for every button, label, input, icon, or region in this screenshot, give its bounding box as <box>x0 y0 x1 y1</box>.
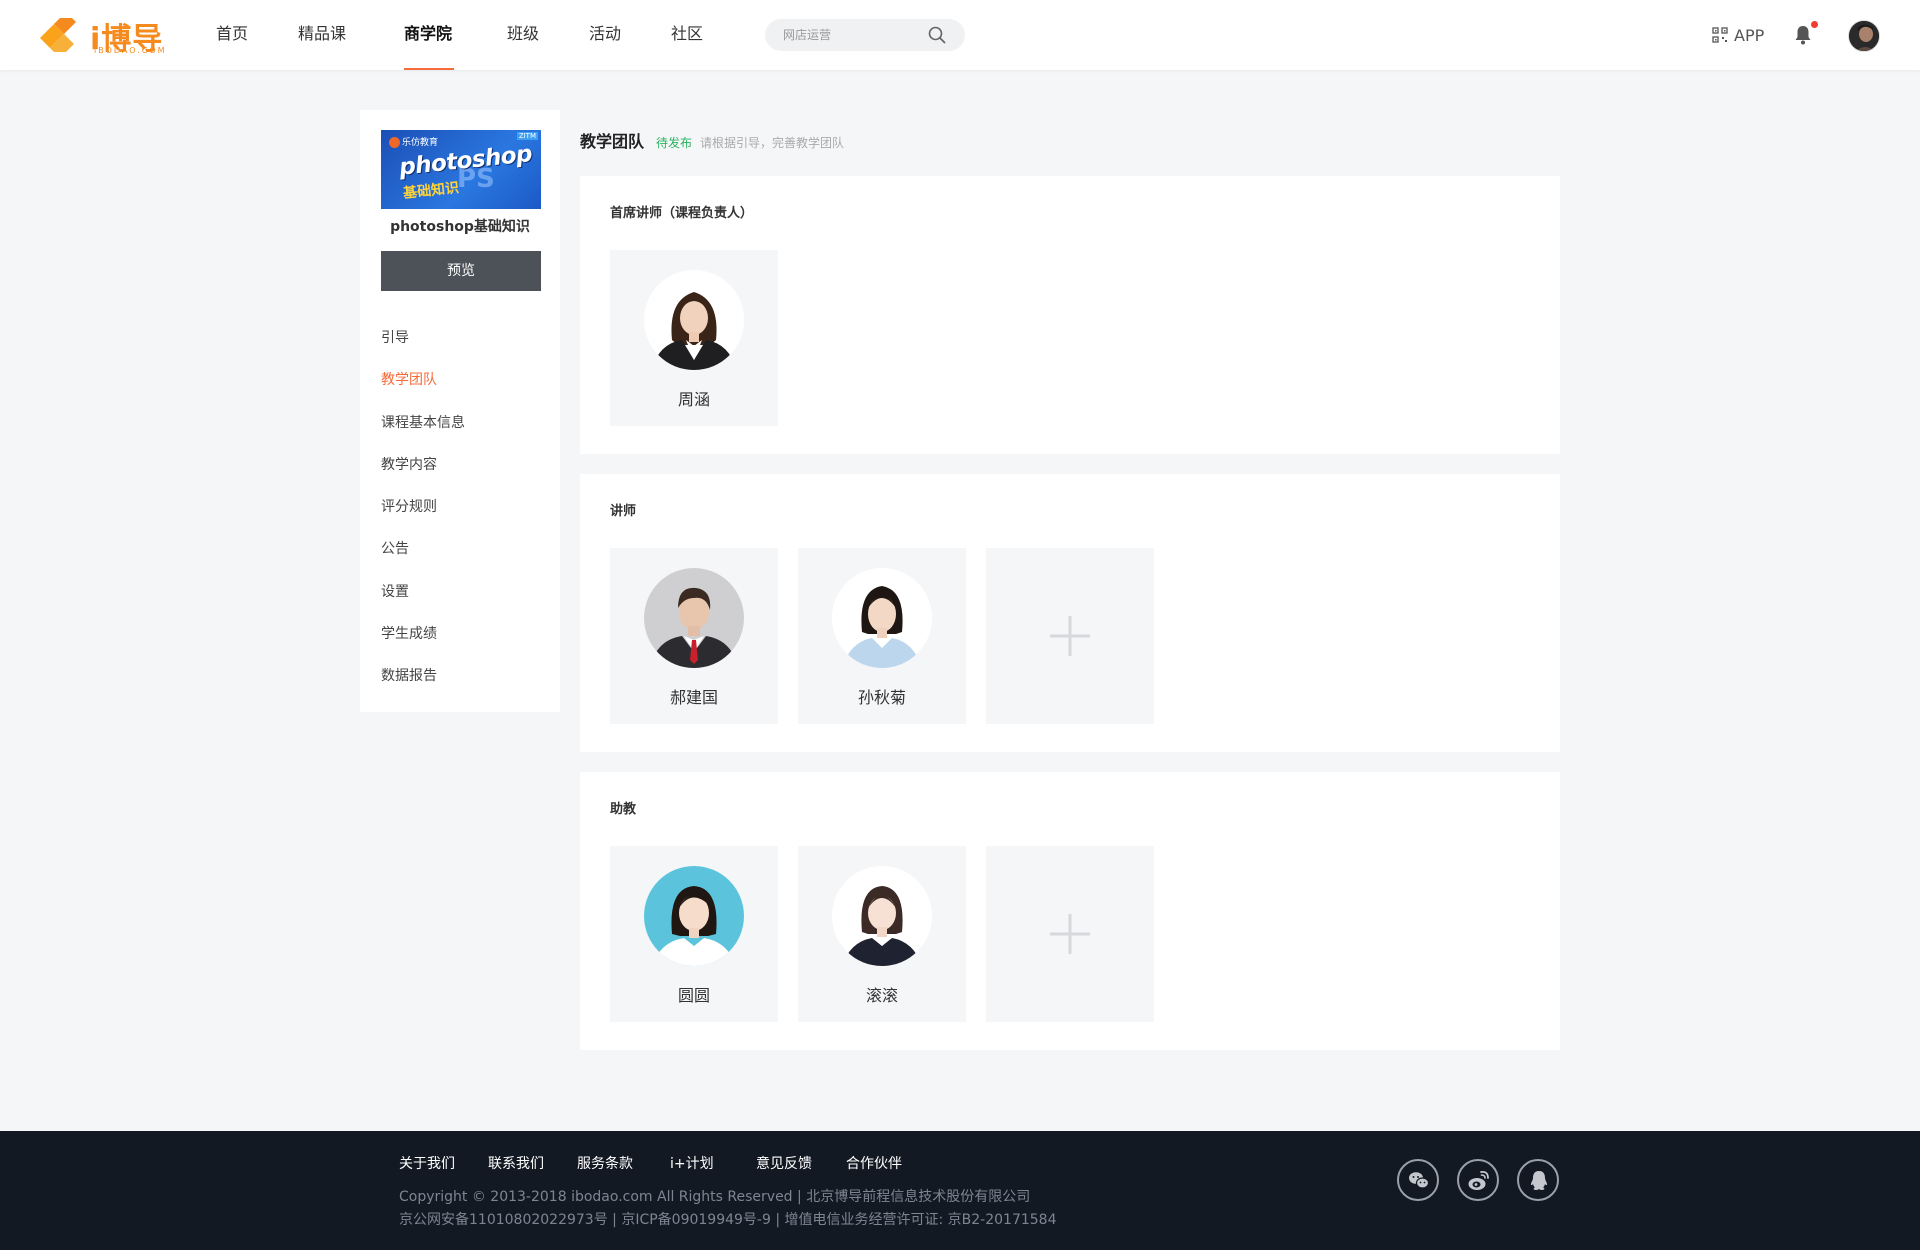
cover-tag: ZITM <box>516 132 538 140</box>
nav-premium-courses[interactable]: 精品课 <box>298 0 404 70</box>
user-avatar[interactable] <box>1848 20 1880 52</box>
nav-community[interactable]: 社区 <box>671 0 703 70</box>
sidebar-item-content[interactable]: 教学内容 <box>381 455 465 497</box>
status-badge: 待发布 <box>656 136 693 150</box>
section-title: 讲师 <box>610 504 637 519</box>
page-hint: 请根据引导，完善教学团队 <box>700 136 845 150</box>
section-assistants: 助教 圆圆 滚滚 <box>580 772 1560 1050</box>
footer-link-feedback[interactable]: 意见反馈 <box>756 1153 812 1173</box>
search-icon[interactable] <box>927 25 947 45</box>
member-photo <box>644 568 744 668</box>
license-text: 京公网安备11010802022973号 | 京ICP备09019949号-9 … <box>399 1212 1057 1228</box>
course-name: photoshop基础知识 <box>390 219 530 235</box>
search-input[interactable] <box>783 25 923 45</box>
member-name: 滚滚 <box>865 986 898 1005</box>
section-lecturers: 讲师 郝建国 孙秋菊 <box>580 474 1560 752</box>
member-card[interactable]: 周涵 <box>610 250 778 426</box>
course-sidebar: 乐仿教育 ZITM PS photoshop 基础知识 photoshop基础知… <box>360 110 560 712</box>
footer-legal: Copyright © 2013-2018 ibodao.com All Rig… <box>399 1186 1057 1232</box>
member-card[interactable]: 圆圆 <box>610 846 778 1022</box>
qr-code-icon <box>1712 27 1728 43</box>
main-nav: 首页 精品课 商学院 班级 活动 社区 <box>216 0 703 70</box>
cover-brand-text: 乐仿教育 <box>402 138 439 148</box>
section-title: 助教 <box>610 802 637 817</box>
sidebar-item-grading-rules[interactable]: 评分规则 <box>381 497 465 539</box>
qq-button[interactable] <box>1517 1159 1559 1201</box>
member-avatar <box>644 568 744 668</box>
footer-link-about[interactable]: 关于我们 <box>399 1153 455 1173</box>
footer-link-terms[interactable]: 服务条款 <box>577 1153 633 1173</box>
member-name: 周涵 <box>677 390 710 409</box>
plus-icon <box>1050 914 1090 954</box>
sidebar-item-announcements[interactable]: 公告 <box>381 539 465 581</box>
nav-classes[interactable]: 班级 <box>507 0 539 70</box>
plus-icon <box>1050 616 1090 656</box>
member-photo <box>644 866 744 966</box>
add-lecturer-button[interactable] <box>986 548 1154 724</box>
section-title: 首席讲师（课程负责人） <box>610 206 754 221</box>
brand-logo-icon <box>389 137 400 148</box>
member-photo <box>832 568 932 668</box>
sidebar-menu: 引导 教学团队 课程基本信息 教学内容 评分规则 公告 设置 学生成绩 数据报告 <box>381 328 465 709</box>
member-avatar <box>832 568 932 668</box>
member-avatar <box>644 270 744 370</box>
member-card[interactable]: 郝建国 <box>610 548 778 724</box>
cover-brand: 乐仿教育 <box>389 135 438 148</box>
sidebar-item-guide[interactable]: 引导 <box>381 328 465 370</box>
logo-mark-icon <box>40 18 76 52</box>
footer-link-iplus[interactable]: i+计划 <box>670 1153 714 1173</box>
member-name: 孙秋菊 <box>857 688 906 707</box>
weibo-button[interactable] <box>1457 1159 1499 1201</box>
user-avatar-image <box>1849 21 1879 51</box>
member-avatar <box>644 866 744 966</box>
nav-business-school[interactable]: 商学院 <box>404 0 454 70</box>
wechat-icon <box>1409 1172 1430 1189</box>
add-assistant-button[interactable] <box>986 846 1154 1022</box>
search-box <box>765 19 965 51</box>
copyright-text: Copyright © 2013-2018 ibodao.com All Rig… <box>399 1189 1031 1205</box>
logo-subtext: iBODAO.COM <box>94 46 167 55</box>
page-title: 教学团队 <box>580 132 645 151</box>
footer-link-contact[interactable]: 联系我们 <box>488 1153 544 1173</box>
section-chief-lecturer: 首席讲师（课程负责人） 周涵 <box>580 176 1560 454</box>
nav-activities[interactable]: 活动 <box>589 0 621 70</box>
notification-dot <box>1811 21 1818 28</box>
preview-button[interactable]: 预览 <box>381 251 541 291</box>
sidebar-item-data-report[interactable]: 数据报告 <box>381 666 465 708</box>
sidebar-item-settings[interactable]: 设置 <box>381 582 465 624</box>
sidebar-item-teaching-team[interactable]: 教学团队 <box>381 370 465 412</box>
member-name: 郝建国 <box>669 688 718 707</box>
site-logo[interactable]: i博导 iBODAO.COM <box>38 12 168 58</box>
member-card[interactable]: 滚滚 <box>798 846 966 1022</box>
member-photo <box>832 866 932 966</box>
nav-home[interactable]: 首页 <box>216 0 298 70</box>
qq-icon <box>1530 1171 1548 1190</box>
app-download-button[interactable]: APP <box>1712 24 1764 46</box>
page-header: 教学团队 待发布 请根据引导，完善教学团队 <box>580 110 1560 151</box>
sidebar-item-student-grades[interactable]: 学生成绩 <box>381 624 465 666</box>
course-cover[interactable]: 乐仿教育 ZITM PS photoshop 基础知识 <box>381 130 541 209</box>
member-card[interactable]: 孙秋菊 <box>798 548 966 724</box>
site-footer: 关于我们 联系我们 服务条款 i+计划 意见反馈 合作伙伴 Copyright … <box>0 1131 1920 1250</box>
main-content: 教学团队 待发布 请根据引导，完善教学团队 首席讲师（课程负责人） 周涵 讲师 <box>580 110 1560 1050</box>
notification-button[interactable] <box>1793 21 1818 46</box>
top-header: i博导 iBODAO.COM 首页 精品课 商学院 班级 活动 社区 APP <box>0 0 1920 70</box>
weibo-icon <box>1468 1170 1489 1190</box>
member-photo <box>644 270 744 370</box>
wechat-button[interactable] <box>1397 1159 1439 1201</box>
sidebar-item-basic-info[interactable]: 课程基本信息 <box>381 413 465 455</box>
cover-subtitle: 基础知识 <box>402 180 460 202</box>
footer-link-partners[interactable]: 合作伙伴 <box>846 1153 902 1173</box>
member-avatar <box>832 866 932 966</box>
bell-icon <box>1795 26 1811 45</box>
member-name: 圆圆 <box>677 986 710 1005</box>
app-label: APP <box>1734 25 1765 45</box>
